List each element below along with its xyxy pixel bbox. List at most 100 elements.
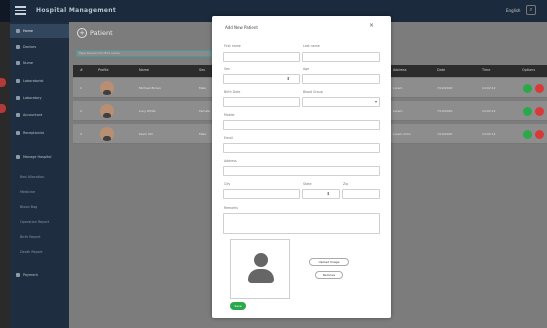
sidebar-item-medicine[interactable]: Medicine (10, 185, 69, 199)
sidebar-item-laboratory[interactable]: Laboratory (10, 91, 69, 105)
birth-date-field[interactable] (223, 97, 300, 107)
column-header: Name (139, 68, 150, 72)
sidebar-item-label: Death Report (20, 250, 43, 254)
left-strip (0, 22, 10, 328)
email-field[interactable] (223, 143, 380, 153)
collapse-tab[interactable] (0, 78, 6, 87)
patient-address: Lorem (393, 109, 403, 113)
close-icon[interactable]: × (369, 22, 374, 29)
remarks-label: Remarks (224, 206, 238, 210)
zip-field[interactable] (342, 189, 380, 199)
sidebar-item-doctors[interactable]: Doctors (10, 40, 69, 54)
language-selector[interactable]: English (506, 8, 520, 13)
blood-group-label: Blood Group (303, 90, 323, 94)
city-field[interactable] (223, 189, 300, 199)
plus-icon[interactable]: + (77, 28, 87, 38)
sidebar-item-label: Laboratorist (23, 79, 44, 83)
menu-icon[interactable] (15, 6, 26, 15)
email-label: Email (224, 136, 233, 140)
receptionist-icon (16, 131, 20, 135)
search-icon[interactable]: ⌕ (526, 5, 536, 15)
sidebar-item-operation-report[interactable]: Operation Report (10, 215, 69, 229)
patient-time: 14:02:12 (482, 86, 496, 90)
patient-address: Lorem dolor (393, 132, 411, 136)
patient-name: Michael Brown (139, 86, 161, 90)
sidebar-item-bed-allocation[interactable]: Bed Allocation (10, 170, 69, 184)
sidebar-item-label: Nurse (23, 61, 33, 65)
city-label: City (224, 182, 231, 186)
page-title: + Patient (77, 28, 113, 38)
sidebar-item-receptionist[interactable]: Receptionist (10, 126, 69, 140)
sex-label: Sex (224, 67, 230, 71)
last-name-field[interactable] (302, 52, 380, 62)
patient-date: 7/10/2020 (437, 109, 453, 113)
address-label: Address (224, 159, 237, 163)
accountant-icon (16, 113, 20, 117)
patient-name: Lucy White (139, 109, 156, 113)
sidebar-item-label: Medicine (20, 190, 36, 194)
state-select[interactable] (302, 189, 340, 199)
patient-date: 7/10/2020 (437, 132, 453, 136)
sex-select[interactable] (223, 74, 300, 84)
flask-icon (16, 79, 20, 83)
doctor-icon (16, 45, 20, 49)
edit-button[interactable] (523, 84, 532, 93)
sidebar-item-blood-bag[interactable]: Blood Bag (10, 200, 69, 214)
sidebar: Home Doctors Nurse Laboratorist Laborato… (10, 22, 69, 328)
user-silhouette-body (248, 269, 274, 283)
patient-time: 14:02:12 (482, 109, 496, 113)
sidebar-item-accountant[interactable]: Accountant (10, 108, 69, 122)
search-input[interactable]: Type keyword to find name (76, 50, 212, 57)
sidebar-item-label: Blood Bag (20, 205, 38, 209)
row-number: 1 (80, 86, 82, 90)
state-label: State (303, 182, 312, 186)
sidebar-item-birth-report[interactable]: Birth Report (10, 230, 69, 244)
remove-image-button[interactable]: Remove (315, 271, 343, 279)
mobile-field[interactable] (223, 120, 380, 130)
sidebar-item-label: Operation Report (20, 220, 50, 224)
app-title: Hospital Management (36, 7, 116, 14)
save-button[interactable]: Save (230, 302, 246, 310)
column-header: Options (522, 68, 536, 72)
sidebar-item-label: Payment (23, 273, 38, 277)
column-header: Time (482, 68, 491, 72)
remarks-textarea[interactable] (223, 213, 380, 234)
profile-image-preview (230, 239, 290, 299)
sidebar-item-nurse[interactable]: Nurse (10, 56, 69, 70)
collapse-tab[interactable] (0, 104, 6, 113)
sidebar-item-laboratorist[interactable]: Laboratorist (10, 74, 69, 88)
patient-sex: Male (199, 132, 207, 136)
edit-button[interactable] (523, 130, 532, 139)
sidebar-item-label: Laboratory (23, 96, 42, 100)
sidebar-item-label: Bed Allocation (20, 175, 45, 179)
row-number: 3 (80, 132, 82, 136)
upload-image-button[interactable]: Upload Image (309, 258, 349, 266)
address-field[interactable] (223, 166, 380, 176)
first-name-label: First name (224, 44, 241, 48)
patient-sex: Female (199, 109, 210, 113)
lab-icon (16, 96, 20, 100)
column-header: Address (393, 68, 407, 72)
zip-label: Zip (343, 182, 349, 186)
sidebar-item-label: Accountant (23, 113, 43, 117)
sidebar-item-home[interactable]: Home (10, 24, 69, 38)
nurse-icon (16, 61, 20, 65)
first-name-field[interactable] (223, 52, 300, 62)
sidebar-item-label: Manage Hospital (23, 155, 52, 159)
avatar (100, 104, 114, 118)
patient-time: 14:02:12 (482, 132, 496, 136)
edit-button[interactable] (523, 107, 532, 116)
sidebar-item-death-report[interactable]: Death Report (10, 245, 69, 259)
age-field[interactable] (302, 74, 380, 84)
sidebar-item-label: Home (23, 29, 34, 33)
patient-date: 7/10/2020 (437, 86, 453, 90)
delete-button[interactable] (535, 107, 544, 116)
blood-group-select[interactable] (302, 97, 380, 107)
delete-button[interactable] (535, 130, 544, 139)
sidebar-item-manage-hospital[interactable]: Manage Hospital (10, 150, 69, 164)
sidebar-item-label: Birth Report (20, 235, 41, 239)
mobile-label: Mobile (224, 113, 235, 117)
delete-button[interactable] (535, 84, 544, 93)
sidebar-item-payment[interactable]: Payment (10, 268, 69, 282)
avatar (100, 81, 114, 95)
